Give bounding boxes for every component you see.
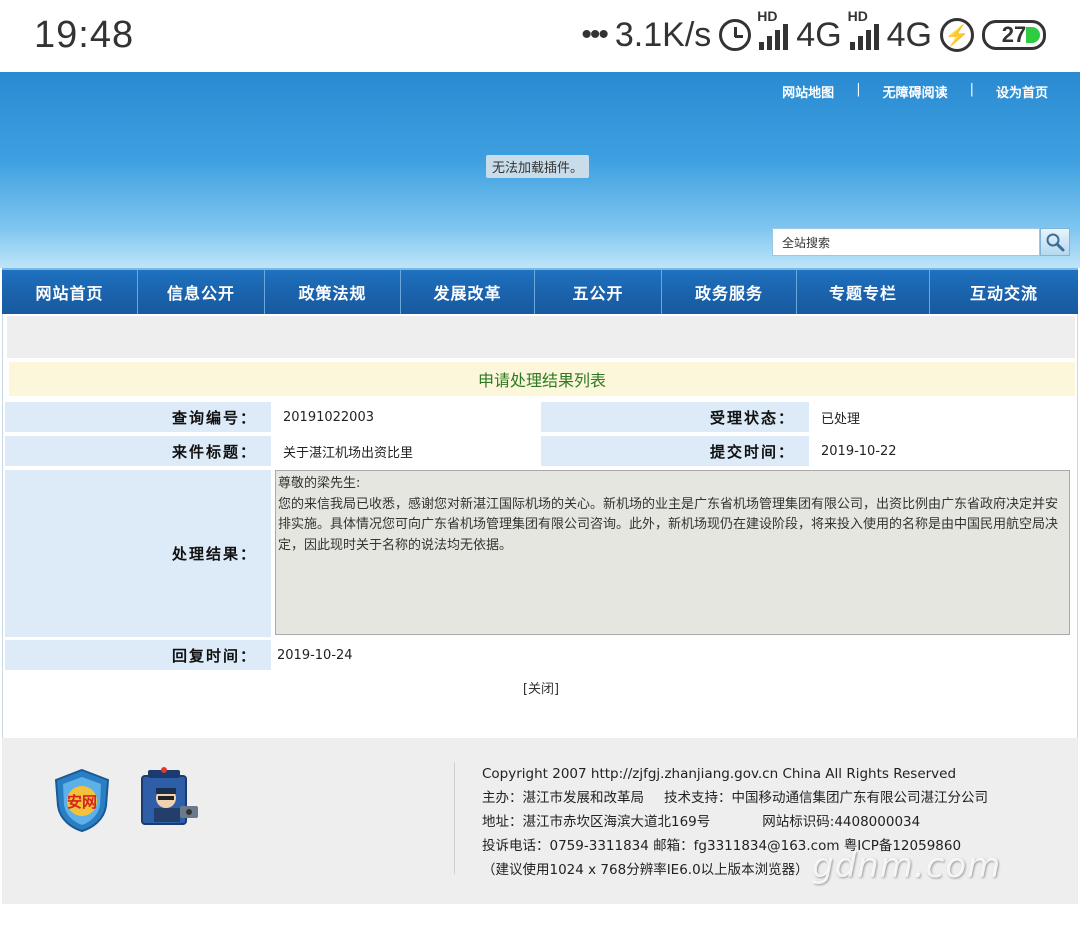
badge-text: 安网	[67, 793, 97, 811]
close-link[interactable]: [关闭]	[3, 678, 1079, 697]
main-nav: 网站首页 信息公开 政策法规 发展改革 五公开 政务服务 专题专栏 互动交流	[2, 268, 1078, 314]
site-id-text: 网站标识码:4408000034	[762, 814, 921, 830]
alarm-icon	[719, 19, 752, 51]
support-text: 技术支持：中国移动通信集团广东有限公司湛江分公司	[664, 790, 988, 806]
reply-time-label: 回复时间：	[5, 640, 271, 670]
link-accessible-reading[interactable]: 无障碍阅读	[871, 82, 960, 101]
submit-time-value: 2019-10-22	[821, 443, 897, 459]
submit-time-label: 提交时间：	[541, 436, 809, 466]
status-time: 19:48	[34, 14, 135, 56]
site-footer: 安网 Copyright 2007 http://zjfgj.zhanjiang…	[2, 738, 1078, 904]
page-title: 申请处理结果列表	[9, 362, 1075, 396]
spacer-band	[7, 316, 1075, 358]
search-input[interactable]: 全站搜索	[772, 228, 1040, 256]
net-speed: 3.1K/s	[614, 15, 712, 54]
top-links: 网站地图 | 无障碍阅读 | 设为首页	[770, 82, 1060, 101]
nav-interaction[interactable]: 互动交流	[930, 270, 1078, 314]
nav-home[interactable]: 网站首页	[2, 270, 138, 314]
site-header: 网站地图 | 无障碍阅读 | 设为首页 无法加载插件。 全站搜索	[0, 72, 1080, 268]
search-button[interactable]	[1040, 228, 1070, 256]
footer-divider	[454, 762, 455, 874]
police-badge[interactable]	[136, 766, 202, 830]
link-set-homepage[interactable]: 设为首页	[984, 82, 1060, 101]
query-no-label: 查询编号：	[5, 402, 271, 432]
nav-special-topics[interactable]: 专题专栏	[797, 270, 930, 314]
nav-development-reform[interactable]: 发展改革	[401, 270, 535, 314]
host-text: 主办：湛江市发展和改革局	[482, 790, 644, 806]
nav-five-publics[interactable]: 五公开	[535, 270, 662, 314]
battery-level: 27	[1001, 22, 1027, 47]
result-label: 处理结果：	[5, 470, 271, 637]
subject-value: 关于湛江机场出资比里	[283, 445, 414, 461]
address-line: 地址：湛江市赤坎区海滨大道北169号 网站标识码:4408000034	[482, 810, 988, 834]
charging-icon: ⚡	[940, 18, 974, 52]
result-textarea[interactable]: 尊敬的梁先生: 您的来信我局已收悉，感谢您对新湛江国际机场的关心。新机场的业主是…	[275, 470, 1070, 635]
status-label: 受理状态：	[541, 402, 809, 432]
battery-icon: 27	[982, 20, 1046, 50]
link-sitemap[interactable]: 网站地图	[770, 82, 846, 101]
shield-icon: 安网	[54, 768, 110, 833]
dots-icon: •••	[581, 18, 608, 51]
police-booth-icon	[141, 767, 198, 825]
host-support-line: 主办：湛江市发展和改革局 技术支持：中国移动通信集团广东有限公司湛江分公司	[482, 786, 988, 810]
link-separator: |	[969, 82, 974, 97]
nav-government-services[interactable]: 政务服务	[662, 270, 797, 314]
link-separator: |	[856, 82, 861, 97]
query-no-value: 20191022003	[283, 409, 374, 425]
signal-icon-2: HD	[848, 8, 879, 50]
status-icons: ••• 3.1K/s HD 4G HD 4G ⚡ 27	[581, 8, 1046, 56]
signal-icon: HD	[757, 8, 789, 50]
phone-text: 投诉电话：0759-3311834	[482, 838, 649, 854]
status-bar: 19:48 ••• 3.1K/s HD 4G HD 4G ⚡ 27	[0, 0, 1080, 72]
security-badge[interactable]: 安网	[54, 768, 110, 833]
network-type-1: 4G	[796, 15, 842, 54]
plugin-error-message: 无法加载插件。	[486, 155, 590, 178]
main-content: 申请处理结果列表 查询编号： 20191022003 受理状态： 已处理 来件标…	[2, 314, 1078, 738]
address-text: 地址：湛江市赤坎区海滨大道北169号	[482, 814, 711, 830]
search-icon	[1046, 233, 1065, 252]
network-type-2: 4G	[886, 15, 932, 54]
site-search: 全站搜索	[772, 228, 1070, 256]
reply-time-value: 2019-10-24	[277, 647, 353, 663]
nav-info-disclosure[interactable]: 信息公开	[138, 270, 265, 314]
status-value: 已处理	[821, 411, 861, 427]
subject-label: 来件标题：	[5, 436, 271, 466]
watermark: gdnm.com	[812, 846, 1002, 886]
nav-policies[interactable]: 政策法规	[265, 270, 401, 314]
copyright-text: Copyright 2007 http://zjfgj.zhanjiang.go…	[482, 766, 957, 782]
